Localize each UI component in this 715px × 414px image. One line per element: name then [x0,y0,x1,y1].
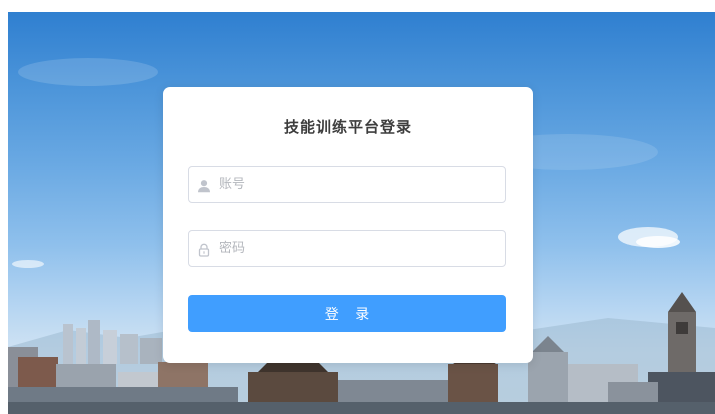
login-card: 技能训练平台登录 登 录 [163,87,533,363]
page-title: 技能训练平台登录 [283,118,412,136]
password-input[interactable] [219,231,499,266]
login-button[interactable]: 登 录 [188,295,506,332]
password-field[interactable] [188,230,506,267]
account-input[interactable] [219,167,499,202]
account-field[interactable] [188,166,506,203]
lock-icon [197,242,211,257]
login-page: 技能训练平台登录 登 录 [0,0,715,414]
user-icon [197,178,211,193]
